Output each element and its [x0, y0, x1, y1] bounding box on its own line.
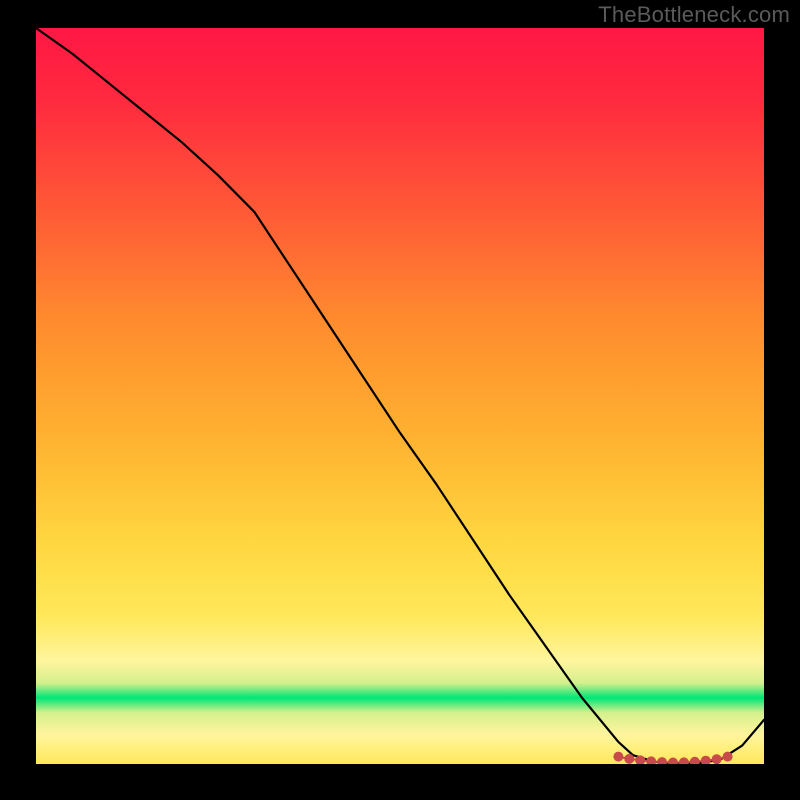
chart-container: TheBottleneck.com [0, 0, 800, 800]
valley-dot [635, 755, 645, 765]
valley-dot [613, 752, 623, 762]
valley-dot [723, 752, 733, 762]
plot-background-gradient [36, 28, 764, 764]
valley-dot [712, 754, 722, 764]
valley-dot [624, 754, 634, 764]
chart-svg [0, 0, 800, 800]
frame-left [0, 0, 36, 800]
watermark-text: TheBottleneck.com [598, 2, 790, 28]
frame-bottom [0, 764, 800, 800]
frame-right [764, 0, 800, 800]
